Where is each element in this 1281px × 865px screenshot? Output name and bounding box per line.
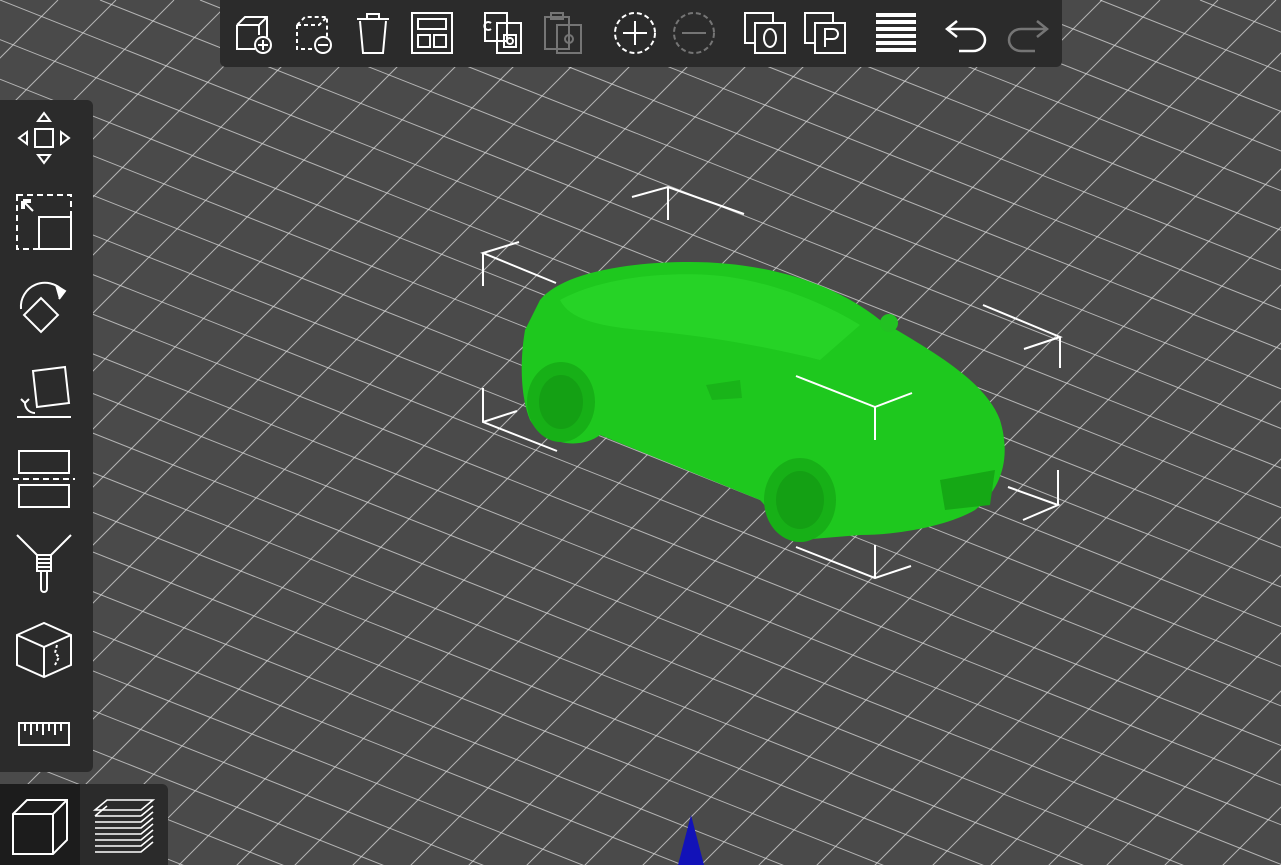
- seam-painting-button[interactable]: [8, 616, 80, 684]
- redo-button[interactable]: [1002, 8, 1052, 58]
- top-toolbar: [220, 0, 1062, 67]
- add-object-button[interactable]: [228, 8, 278, 58]
- add-instance-icon: [614, 12, 656, 54]
- delete-icon: [357, 13, 389, 54]
- preview-layers-icon: [92, 798, 156, 853]
- add-instance-button[interactable]: [610, 8, 660, 58]
- remove-instance-icon: [673, 12, 715, 54]
- copy-icon: [483, 12, 522, 54]
- rotate-icon: [19, 281, 67, 334]
- copy-button[interactable]: [478, 8, 528, 58]
- arrange-button[interactable]: [407, 8, 457, 58]
- split-to-objects-button[interactable]: [740, 8, 790, 58]
- 3d-viewport[interactable]: [0, 0, 1281, 865]
- undo-button[interactable]: [942, 8, 992, 58]
- cut-tool-button[interactable]: [8, 444, 80, 512]
- scale-icon: [16, 194, 72, 250]
- rotate-tool-button[interactable]: [8, 274, 80, 342]
- redo-icon: [1007, 20, 1050, 53]
- paint-supports-icon: [16, 534, 72, 593]
- split-to-parts-icon: [804, 12, 846, 54]
- layers-editing-icon: [876, 13, 916, 52]
- view-toggle: [0, 784, 168, 865]
- move-icon: [17, 111, 71, 165]
- add-object-icon: [236, 16, 272, 54]
- 3d-view-icon: [12, 798, 68, 855]
- scale-tool-button[interactable]: [8, 188, 80, 256]
- measure-icon: [18, 722, 70, 746]
- paint-supports-button[interactable]: [8, 530, 80, 598]
- paste-icon: [544, 12, 582, 54]
- paste-button[interactable]: [538, 8, 588, 58]
- measure-tool-button[interactable]: [8, 700, 80, 768]
- layers-editing-button[interactable]: [871, 8, 921, 58]
- cut-icon: [13, 450, 75, 508]
- remove-object-icon: [296, 16, 332, 54]
- remove-instance-button[interactable]: [669, 8, 719, 58]
- remove-object-button[interactable]: [288, 8, 338, 58]
- place-on-face-icon: [17, 365, 71, 418]
- seam-painting-icon: [16, 621, 72, 679]
- left-toolbar: [0, 100, 93, 772]
- undo-icon: [944, 20, 987, 53]
- move-tool-button[interactable]: [8, 104, 80, 172]
- split-to-parts-button[interactable]: [800, 8, 850, 58]
- preview-button[interactable]: [84, 784, 164, 865]
- arrange-icon: [411, 12, 453, 54]
- split-to-objects-icon: [744, 12, 786, 54]
- place-on-face-button[interactable]: [8, 358, 80, 426]
- delete-all-button[interactable]: [348, 8, 398, 58]
- 3d-view-button[interactable]: [0, 784, 80, 865]
